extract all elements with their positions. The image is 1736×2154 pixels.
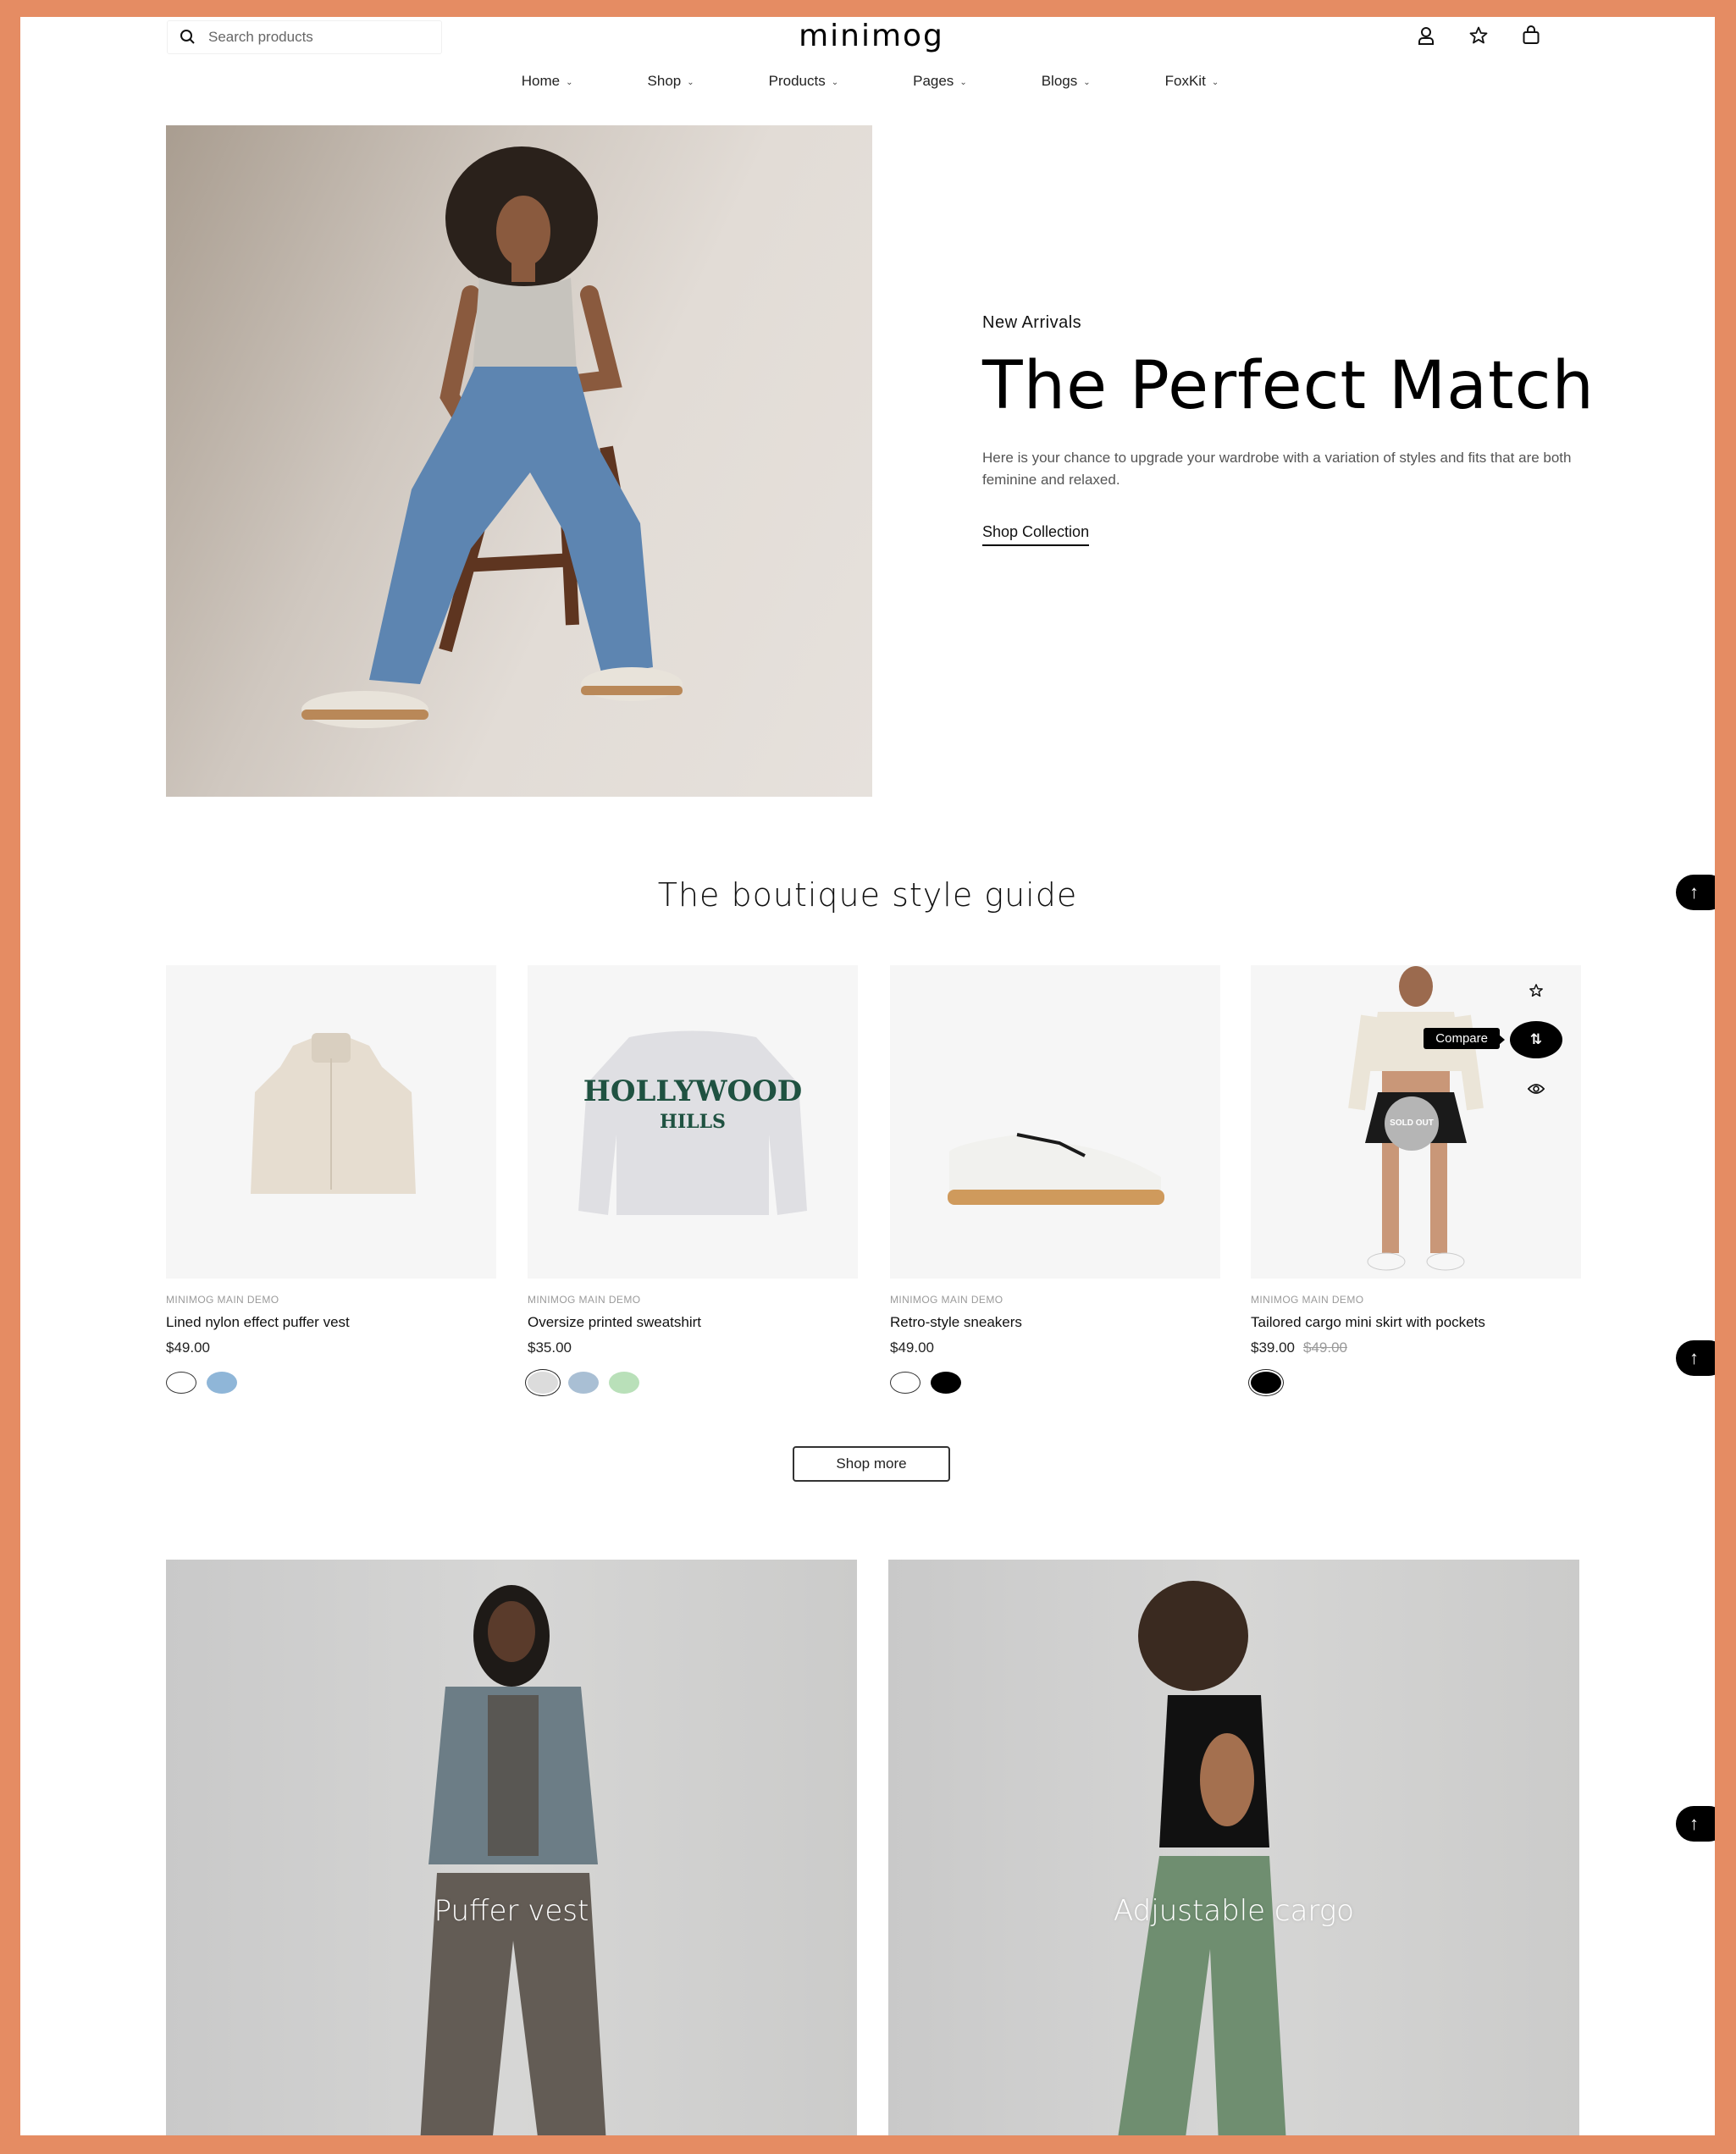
product-vendor: MINIMOG MAIN DEMO	[890, 1294, 1003, 1306]
arrow-up-icon: ↑	[1689, 1347, 1699, 1368]
chevron-down-icon: ⌄	[831, 77, 839, 87]
sweatshirt-illustration: HOLLYWOOD HILLS	[578, 1030, 807, 1215]
nav-label: Blogs	[1041, 73, 1078, 89]
shop-collection-link[interactable]: Shop Collection	[982, 523, 1090, 546]
sold-out-badge: SOLD OUT	[1385, 1096, 1439, 1151]
main-nav: Home ⌄ Shop ⌄ Products ⌄ Pages ⌄ Blogs ⌄ FoxK…	[20, 73, 1715, 90]
hero-model-illustration	[301, 146, 683, 728]
swatch-blue[interactable]	[207, 1372, 237, 1394]
product-vendor: MINIMOG MAIN DEMO	[1251, 1294, 1364, 1306]
header-actions	[1414, 24, 1543, 47]
product-price: $49.00	[890, 1339, 934, 1356]
arrow-up-icon: ↑	[1689, 881, 1699, 903]
product-title[interactable]: Lined nylon effect puffer vest	[166, 1314, 496, 1331]
chevron-down-icon: ⌄	[1083, 77, 1091, 87]
nav-item-foxkit[interactable]: FoxKit ⌄	[1165, 73, 1219, 90]
product-price: $49.00	[166, 1339, 210, 1356]
swatch-white[interactable]	[890, 1372, 921, 1394]
swatch-light-blue[interactable]	[568, 1372, 599, 1394]
product-compare-price: $49.00	[1303, 1339, 1347, 1356]
hero-title: The Perfect Match	[982, 348, 1595, 424]
product-title[interactable]: Retro-style sneakers	[890, 1314, 1220, 1331]
logo[interactable]: minimog	[791, 19, 952, 53]
product-sale-price: $39.00	[1251, 1339, 1295, 1356]
nav-label: Pages	[913, 73, 954, 89]
search-box[interactable]	[167, 20, 442, 54]
hero-content: New Arrivals The Perfect Match Here is y…	[982, 313, 1601, 546]
product-vendor: MINIMOG MAIN DEMO	[528, 1294, 641, 1306]
product-image[interactable]	[166, 965, 496, 1279]
svg-text:HILLS: HILLS	[660, 1111, 726, 1133]
back-to-top-button[interactable]: ↑	[1676, 1806, 1715, 1842]
color-swatches	[1251, 1372, 1581, 1394]
compare-icon[interactable]: ⇅	[1510, 1021, 1562, 1058]
swatch-black[interactable]	[931, 1372, 961, 1394]
swatch-white[interactable]	[166, 1372, 196, 1394]
wishlist-star-icon[interactable]	[1518, 975, 1555, 1006]
product-price: $35.00	[528, 1339, 572, 1356]
collection-label: Puffer vest	[434, 1894, 589, 1928]
product-card[interactable]: SOLD OUT ⇅ Compare MINIMOG MAIN DEMO Tai…	[1251, 965, 1581, 1394]
product-card[interactable]: MINIMOG MAIN DEMO Lined nylon effect puf…	[166, 965, 496, 1394]
collection-banner-adjustable-cargo[interactable]: Adjustable cargo	[888, 1560, 1579, 2135]
product-vendor: MINIMOG MAIN DEMO	[166, 1294, 279, 1306]
cargo-model-illustration	[1118, 1581, 1286, 2135]
hero-eyebrow: New Arrivals	[982, 313, 1082, 332]
product-image[interactable]	[890, 965, 1220, 1279]
back-to-top-button[interactable]: ↑	[1676, 875, 1715, 910]
swatch-grey[interactable]	[528, 1372, 558, 1394]
nav-label: Home	[521, 73, 561, 89]
nav-item-products[interactable]: Products ⌄	[769, 73, 838, 90]
chevron-down-icon: ⌄	[687, 77, 694, 87]
arrow-up-icon: ↑	[1689, 1813, 1699, 1834]
svg-text:HOLLYWOOD: HOLLYWOOD	[583, 1074, 803, 1108]
product-title[interactable]: Tailored cargo mini skirt with pockets	[1251, 1314, 1581, 1331]
collection-banner-puffer-vest[interactable]: Puffer vest	[166, 1560, 857, 2135]
chevron-down-icon: ⌄	[1211, 77, 1219, 87]
cart-bag-icon[interactable]	[1519, 24, 1543, 47]
swatch-light-green[interactable]	[609, 1372, 639, 1394]
nav-item-blogs[interactable]: Blogs ⌄	[1042, 73, 1091, 90]
hero-image	[166, 125, 872, 797]
user-icon[interactable]	[1414, 24, 1438, 47]
nav-item-shop[interactable]: Shop ⌄	[648, 73, 694, 90]
collection-label: Adjustable cargo	[1114, 1894, 1354, 1928]
page: minimog Home ⌄ Shop ⌄ Products ⌄ Pages ⌄ Blo…	[20, 17, 1715, 2135]
color-swatches	[890, 1372, 1220, 1394]
nav-item-home[interactable]: Home ⌄	[522, 73, 573, 90]
product-card[interactable]: MINIMOG MAIN DEMO Retro-style sneakers $…	[890, 965, 1220, 1394]
vest-illustration	[251, 1033, 416, 1194]
compare-tooltip: Compare	[1424, 1028, 1505, 1049]
product-title[interactable]: Oversize printed sweatshirt	[528, 1314, 858, 1331]
sneaker-illustration	[948, 1133, 1164, 1205]
product-image[interactable]: SOLD OUT ⇅ Compare	[1251, 965, 1581, 1279]
quick-view-eye-icon[interactable]	[1518, 1074, 1555, 1104]
chevron-down-icon: ⌄	[959, 77, 967, 87]
card-actions: ⇅	[1510, 975, 1562, 1104]
section-title: The boutique style guide	[657, 876, 1078, 914]
shop-more-button[interactable]: Shop more	[793, 1446, 950, 1482]
color-swatches	[166, 1372, 496, 1394]
puffer-vest-model-illustration	[420, 1585, 606, 2135]
color-swatches	[528, 1372, 858, 1394]
nav-item-pages[interactable]: Pages ⌄	[913, 73, 967, 90]
search-icon[interactable]	[168, 29, 208, 46]
nav-label: FoxKit	[1164, 73, 1206, 89]
hero-description: Here is your chance to upgrade your ward…	[982, 450, 1572, 488]
product-image[interactable]: HOLLYWOOD HILLS	[528, 965, 858, 1279]
back-to-top-button[interactable]: ↑	[1676, 1340, 1715, 1376]
search-input[interactable]	[208, 29, 420, 46]
wishlist-star-icon[interactable]	[1467, 24, 1490, 47]
product-card[interactable]: HOLLYWOOD HILLS MINIMOG MAIN DEMO Oversi…	[528, 965, 858, 1394]
nav-label: Shop	[647, 73, 682, 89]
swatch-black[interactable]	[1251, 1372, 1281, 1394]
chevron-down-icon: ⌄	[566, 77, 573, 87]
nav-label: Products	[768, 73, 826, 89]
